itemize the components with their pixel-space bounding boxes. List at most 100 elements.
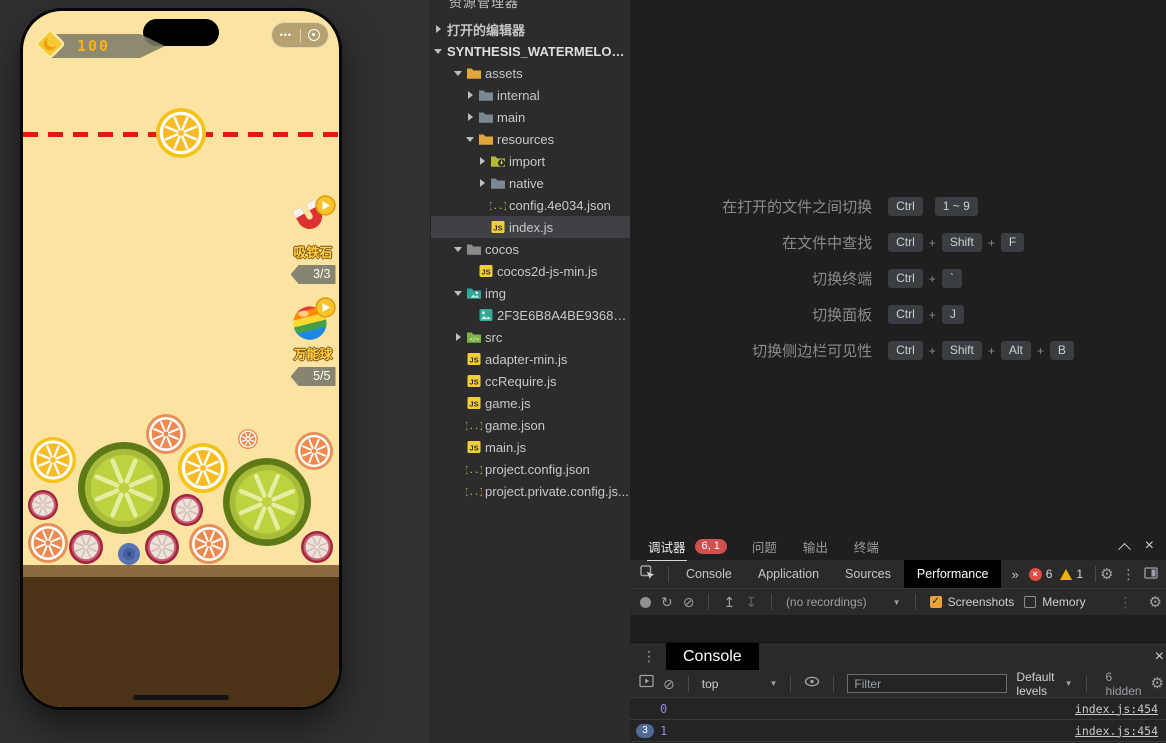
exit-button[interactable]: [308, 29, 320, 41]
panel-tab-问题[interactable]: 问题: [751, 532, 778, 560]
json-icon: {..}: [465, 462, 483, 476]
svg-text:JS: JS: [469, 444, 478, 453]
tree-file-project-private-config-js-[interactable]: {..}project.private.config.js...: [431, 480, 631, 502]
save-profile-icon[interactable]: ↧: [745, 595, 757, 609]
powerup-rainbow-ball[interactable]: 万能球5/5: [289, 296, 337, 386]
dock-side-icon[interactable]: [1144, 566, 1158, 583]
devtools-settings-gear-icon[interactable]: ⚙: [1100, 567, 1113, 582]
keycap: Ctrl: [888, 341, 923, 360]
console-log-list: 0index.js:45431index.js:454可以游戏了index.js…: [630, 698, 1166, 743]
shortcut-keys: Ctrl+Shift+F: [888, 233, 1074, 252]
more-tabs-chevron[interactable]: »: [1011, 567, 1018, 582]
devtools-tab-performance[interactable]: Performance: [904, 560, 1002, 588]
fruit-orange: [238, 429, 258, 449]
tree-file-game-json[interactable]: {..}game.json: [431, 414, 631, 436]
panel-tab-输出[interactable]: 输出: [802, 532, 829, 560]
shortcut-watermark: 在打开的文件之间切换Ctrl1 ~ 9在文件中查找Ctrl+Shift+F切换终…: [630, 196, 1166, 361]
tree-file-main-js[interactable]: JSmain.js: [431, 436, 631, 458]
folder-blue-icon: [477, 88, 495, 102]
tree-folder-internal[interactable]: internal: [431, 84, 631, 106]
javascript-context-select[interactable]: top ▼: [702, 677, 778, 691]
recordings-select[interactable]: (no recordings) ▼: [786, 595, 901, 609]
reload-and-record-icon[interactable]: ↻: [661, 595, 673, 609]
source-location-link[interactable]: index.js:454: [1075, 702, 1158, 716]
svg-text:{..}: {..}: [466, 422, 482, 432]
perf-kebab-icon[interactable]: ⋮: [1119, 594, 1133, 611]
shortcut-keys: Ctrl+Shift+Alt+B: [888, 341, 1074, 360]
tree-folder-img[interactable]: img: [431, 282, 631, 304]
svg-text:</>: </>: [469, 337, 480, 343]
screenshots-checkbox[interactable]: ✓ Screenshots: [930, 595, 1015, 609]
log-levels-select[interactable]: Default levels ▼: [1016, 670, 1072, 698]
tree-folder-main[interactable]: main: [431, 106, 631, 128]
clear-recordings-icon[interactable]: ⊘: [683, 595, 695, 609]
chevron-down-icon: [451, 71, 465, 76]
load-profile-icon[interactable]: ↥: [723, 595, 735, 609]
panel-tab-终端[interactable]: 终端: [853, 532, 880, 560]
project-root-folder[interactable]: SYNTHESIS_WATERMELON-MAIN: [431, 40, 631, 62]
powerup-magnet[interactable]: 吸铁石3/3: [289, 194, 337, 284]
score-banner: 100: [33, 29, 165, 63]
close-panel-icon[interactable]: ×: [1145, 538, 1154, 554]
console-log-message: 1: [660, 724, 667, 738]
divider: [1086, 676, 1087, 692]
divider: [771, 594, 772, 610]
devtools-tab-sources[interactable]: Sources: [832, 560, 904, 588]
fruit-mangosteen: [145, 530, 179, 564]
drawer-menu-kebab-icon[interactable]: ⋮: [642, 648, 656, 665]
tree-file-ccrequire-js[interactable]: JSccRequire.js: [431, 370, 631, 392]
keycap: Ctrl: [888, 197, 923, 216]
devtools-menu-kebab-icon[interactable]: ⋮: [1122, 566, 1136, 583]
console-settings-gear-icon[interactable]: ⚙: [1151, 676, 1164, 691]
devtools-tab-application[interactable]: Application: [745, 560, 832, 588]
drawer-tab-console[interactable]: Console: [666, 643, 759, 670]
panel-tab-调试器[interactable]: 调试器6, 1: [647, 532, 727, 560]
tree-file-game-js[interactable]: JSgame.js: [431, 392, 631, 414]
folder-blue-icon: [477, 110, 495, 124]
maximize-panel-chevron-icon[interactable]: [1118, 542, 1131, 555]
perf-settings-gear-icon[interactable]: ⚙: [1149, 595, 1162, 610]
chevron-down-icon: [451, 247, 465, 252]
tree-folder-cocos[interactable]: cocos: [431, 238, 631, 260]
fruit-orange: [146, 414, 186, 454]
warning-count-icon[interactable]: [1060, 569, 1072, 580]
tree-file-2f3e6b8a4be936870-[interactable]: 2F3E6B8A4BE936870...: [431, 304, 631, 326]
keycap: 1 ~ 9: [935, 197, 978, 216]
memory-checkbox[interactable]: Memory: [1024, 595, 1085, 609]
keycap: Shift: [942, 233, 982, 252]
svg-text:{..}: {..}: [490, 202, 506, 212]
tree-folder-native[interactable]: native: [431, 172, 631, 194]
open-editors-section[interactable]: 打开的编辑器: [431, 18, 631, 40]
devtools-tab-console[interactable]: Console: [673, 560, 745, 588]
error-count-icon[interactable]: ×: [1029, 568, 1042, 581]
tree-folder-assets[interactable]: assets: [431, 62, 631, 84]
chevron-right-icon: [463, 113, 477, 121]
tree-folder-src[interactable]: </>src: [431, 326, 631, 348]
file-tree: assetsinternalmainresources importnative…: [431, 62, 631, 502]
keycap: `: [942, 269, 962, 288]
console-toolbar: ⊘ top ▼ Default levels ▼ 6 hidden ⚙: [630, 670, 1166, 698]
tree-folder-import[interactable]: import: [431, 150, 631, 172]
fruit-lime: [78, 442, 170, 534]
svg-text:{..}: {..}: [466, 466, 482, 476]
clear-console-icon[interactable]: ⊘: [663, 677, 675, 691]
keycap: Shift: [942, 341, 982, 360]
inspect-element-icon[interactable]: [640, 565, 655, 583]
tree-file-cocos2d-js-min-js[interactable]: JScocos2d-js-min.js: [431, 260, 631, 282]
tree-file-config-4e034-json[interactable]: {..}config.4e034.json: [431, 194, 631, 216]
more-menu-button[interactable]: •••: [280, 31, 292, 40]
record-button[interactable]: [640, 597, 651, 608]
drawer-close-icon[interactable]: ×: [1155, 649, 1164, 665]
console-filter-input[interactable]: [847, 674, 1007, 693]
source-location-link[interactable]: index.js:454: [1075, 724, 1158, 738]
shortcut-label: 切换侧边栏可见性: [722, 340, 872, 361]
eye-icon[interactable]: [804, 675, 820, 693]
tree-file-adapter-min-js[interactable]: JSadapter-min.js: [431, 348, 631, 370]
score-value: 100: [77, 37, 110, 55]
tree-file-project-config-json[interactable]: {..}project.config.json: [431, 458, 631, 480]
chevron-down-icon: [431, 49, 445, 54]
tree-folder-resources[interactable]: resources: [431, 128, 631, 150]
tree-file-index-js[interactable]: JSindex.js: [431, 216, 631, 238]
tree-item-label: game.json: [485, 418, 545, 433]
console-sidebar-toggle-icon[interactable]: [639, 674, 654, 693]
